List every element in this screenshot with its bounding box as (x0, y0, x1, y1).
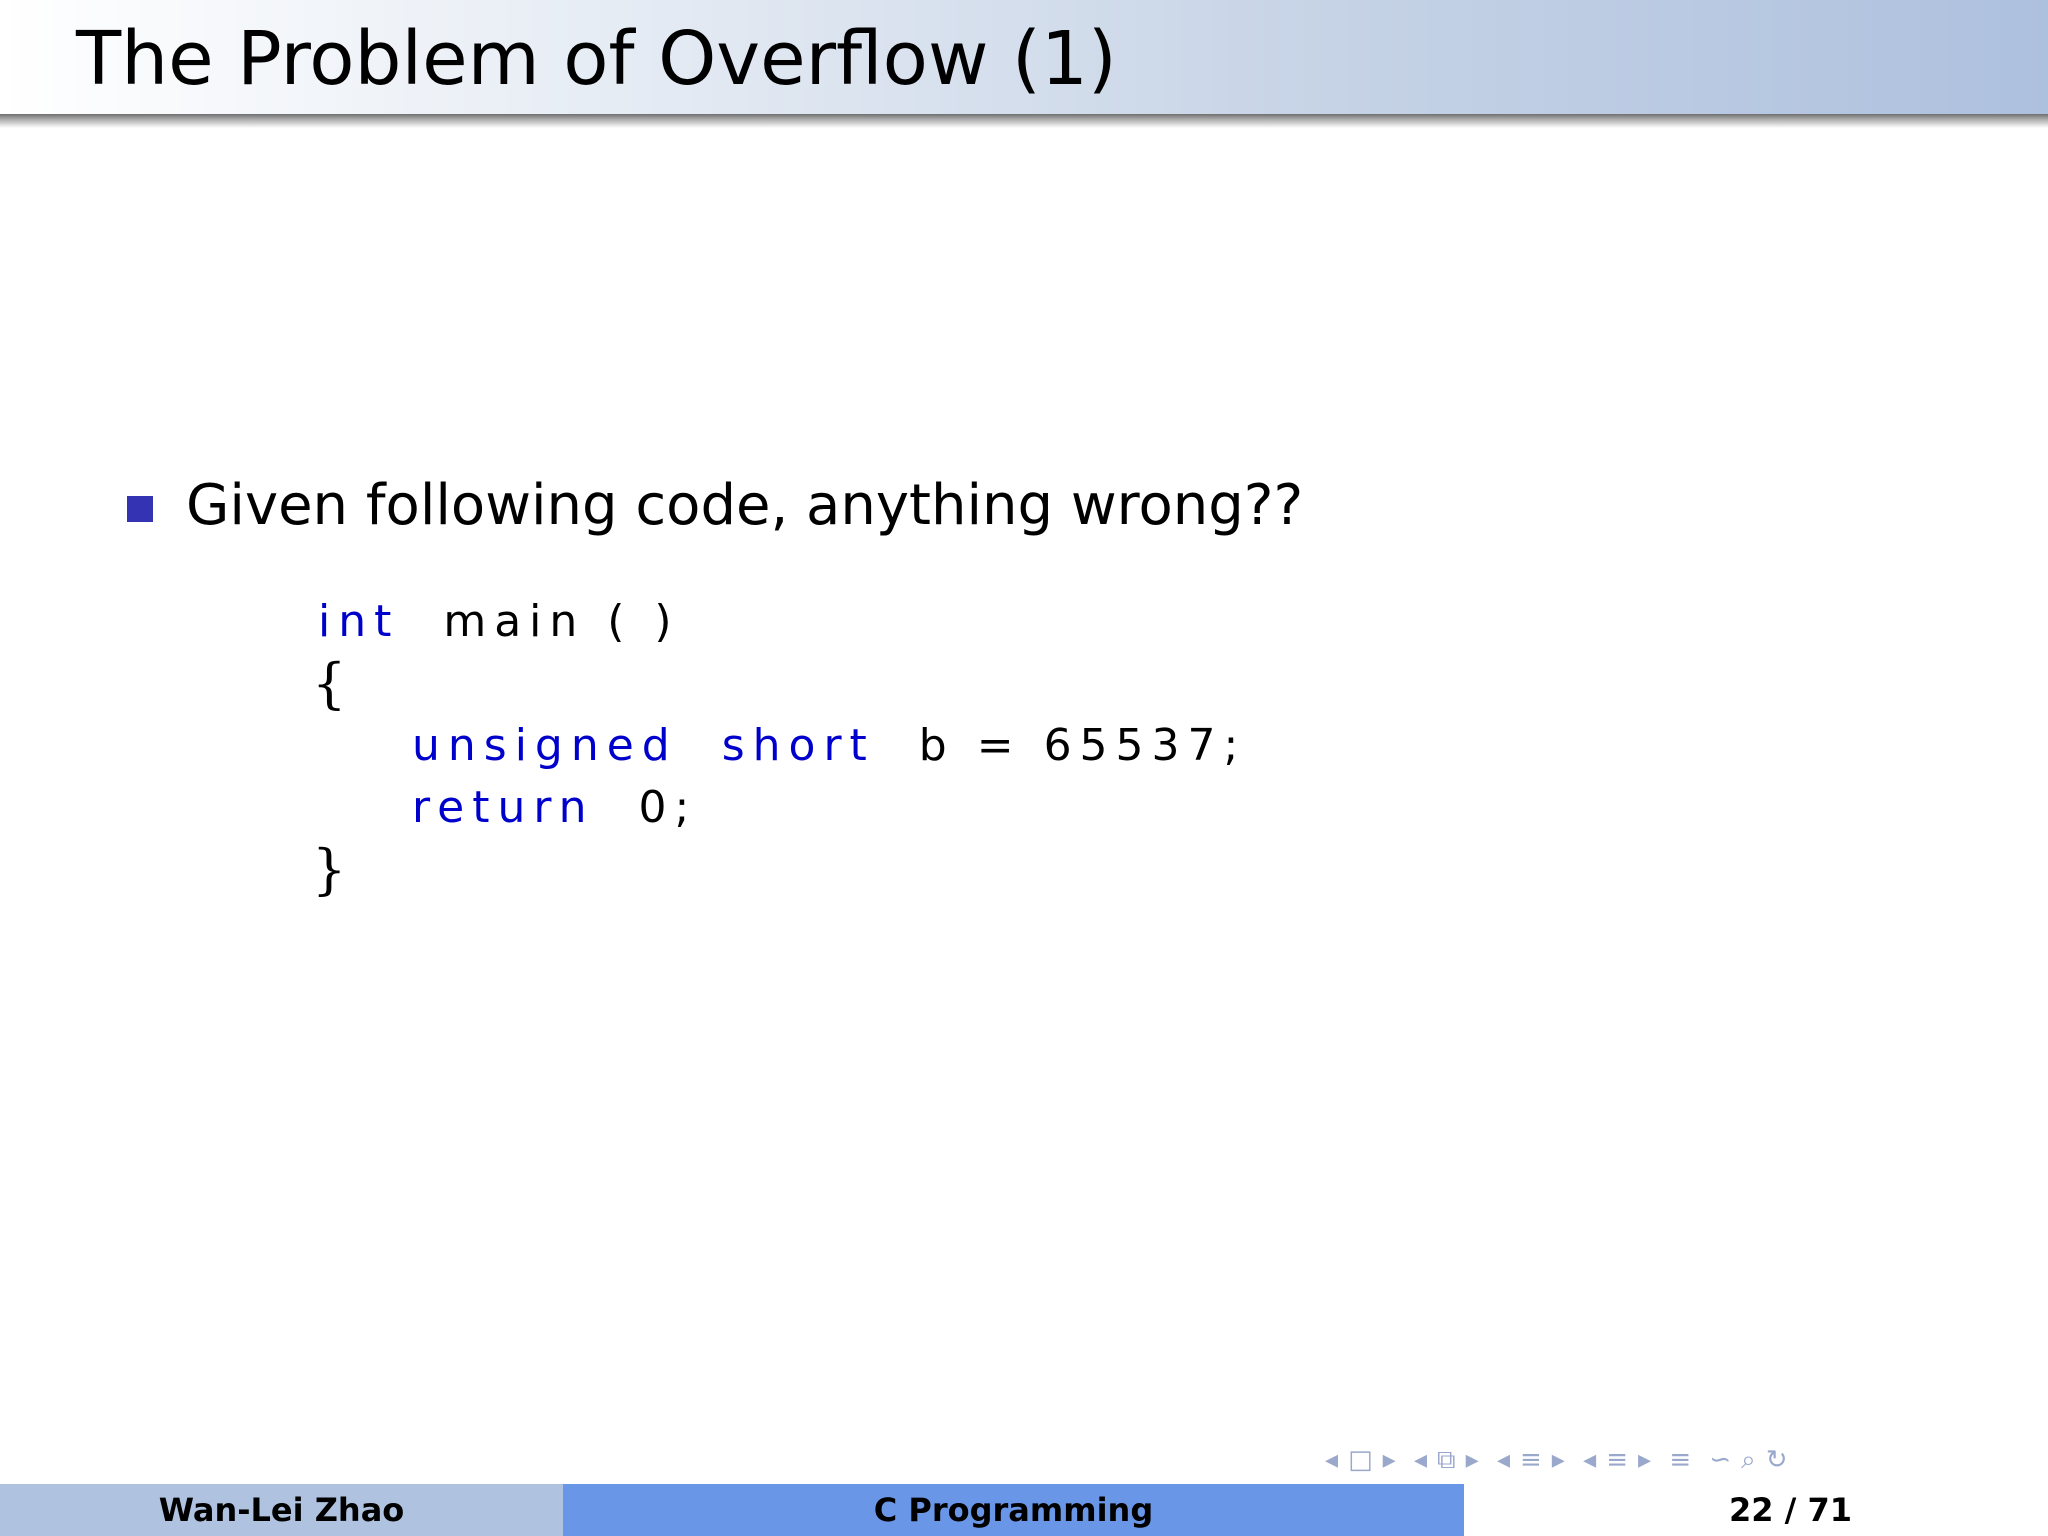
frame-title: The Problem of Overflow (1) (76, 16, 1117, 102)
code-open-brace: { (312, 652, 347, 715)
bullet-text: Given following code, anything wrong?? (186, 473, 1304, 538)
page-total: 71 (1807, 1491, 1852, 1529)
nav-prev-part-icon[interactable]: ◂ (1583, 1445, 1596, 1475)
nav-prev-frame-icon[interactable]: ◂ (1325, 1445, 1338, 1475)
beamer-navigation: ◂ □ ▸ ◂ ⧉ ▸ ◂ ≡ ▸ ◂ ≡ ▸ ≡ ∽ ⌕ ↻ (1325, 1440, 1798, 1480)
nav-next-part-icon[interactable]: ▸ (1638, 1445, 1651, 1475)
nav-next-frame-icon[interactable]: ▸ (1383, 1445, 1396, 1475)
title-bar-shadow (0, 114, 2048, 128)
bullet-marker (127, 496, 153, 522)
footer-course-title: C Programming (563, 1484, 1464, 1536)
nav-back-icon[interactable]: ∽ (1709, 1445, 1731, 1475)
code-close-brace: } (312, 838, 347, 901)
code-text: main ( ) (443, 596, 680, 647)
nav-next-section-icon[interactable]: ▸ (1552, 1445, 1565, 1475)
code-line-3: unsigned short b = 65537; (412, 716, 1246, 776)
footer: Wan-Lei Zhao C Programming 22 / 71 (0, 1484, 2048, 1536)
code-keyword: short (721, 720, 875, 771)
nav-frame-icon[interactable]: □ (1348, 1445, 1373, 1475)
code-text: 0; (638, 782, 698, 833)
code-keyword: unsigned (412, 720, 678, 771)
footer-page-area: 22 / 71 (1464, 1484, 2048, 1536)
footer-author: Wan-Lei Zhao (0, 1484, 563, 1536)
page-number: 22 / 71 (1729, 1484, 1852, 1536)
code-keyword: return (412, 782, 595, 833)
code-text: b = 65537; (918, 720, 1247, 771)
code-line-1: int main ( ) (318, 592, 680, 652)
page-separator: / (1784, 1491, 1797, 1529)
nav-part-icon[interactable]: ≡ (1606, 1445, 1628, 1475)
code-keyword: int (318, 596, 400, 647)
nav-subsection-icon[interactable]: ⧉ (1437, 1445, 1456, 1475)
nav-prev-subsection-icon[interactable]: ◂ (1414, 1445, 1427, 1475)
code-line-4: return 0; (412, 778, 697, 838)
nav-document-icon[interactable]: ≡ (1669, 1445, 1691, 1475)
nav-next-subsection-icon[interactable]: ▸ (1466, 1445, 1479, 1475)
nav-forward-icon[interactable]: ↻ (1766, 1445, 1788, 1475)
nav-section-icon[interactable]: ≡ (1520, 1445, 1542, 1475)
nav-search-icon[interactable]: ⌕ (1741, 1445, 1756, 1475)
nav-prev-section-icon[interactable]: ◂ (1497, 1445, 1510, 1475)
page-current: 22 (1728, 1491, 1774, 1529)
